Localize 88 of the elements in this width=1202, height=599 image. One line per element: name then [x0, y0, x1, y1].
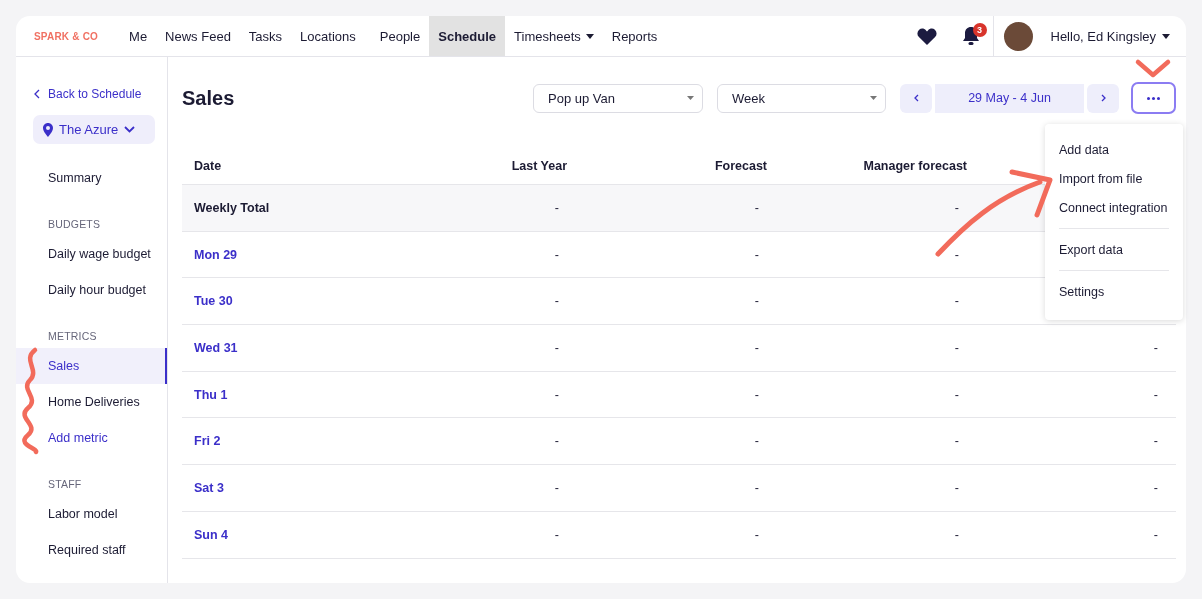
table-cell-text: - — [753, 434, 760, 449]
table-cell-text: - — [1152, 387, 1159, 402]
section-heading: BUDGETS — [47, 217, 102, 232]
table-cell-text: - — [753, 340, 760, 355]
nav-tab[interactable]: Me — [120, 16, 157, 56]
heart-icon[interactable] — [915, 26, 938, 46]
column-header: Date — [193, 158, 223, 173]
caret-icon — [870, 96, 877, 100]
table-cell-text: - — [1152, 434, 1159, 449]
nav-tab[interactable]: Tasks — [239, 16, 292, 56]
sidebar-item[interactable]: Summary — [16, 160, 167, 196]
table-cell-text: - — [953, 387, 960, 402]
sidebar-item[interactable]: Sales — [16, 348, 167, 384]
table-cell-text: - — [753, 200, 760, 215]
menu-item[interactable]: Export data — [1059, 235, 1169, 264]
user-menu[interactable]: Hello, Ed Kingsley — [1044, 27, 1176, 45]
date-range-button[interactable]: 29 May - 4 Jun — [935, 83, 1084, 113]
table-cell-text: - — [953, 200, 960, 215]
location-selector[interactable]: The Azure — [33, 115, 155, 144]
sidebar-item[interactable]: Daily hour budget — [16, 272, 167, 308]
nav-tab[interactable]: News Feed — [156, 16, 240, 56]
table-cell-text: - — [753, 247, 760, 262]
date-link[interactable]: Sun 4 — [182, 527, 367, 542]
nav-tab[interactable]: Locations — [291, 16, 365, 56]
page-title: Sales — [182, 86, 236, 110]
nav-tab[interactable]: Timesheets — [505, 16, 603, 56]
sidebar-item[interactable]: Labor model — [16, 496, 167, 532]
back-link[interactable]: Back to Schedule — [16, 87, 167, 101]
date-link[interactable]: Tue 30 — [182, 294, 367, 309]
nav-tab[interactable]: People — [370, 16, 430, 56]
table-cell-text: - — [753, 294, 760, 309]
caret-icon — [687, 96, 694, 100]
row-label: Weekly Total — [193, 200, 271, 215]
date-link[interactable]: Fri 2 — [182, 434, 367, 449]
column-header: Last Year — [510, 158, 567, 173]
table-cell-text: - — [753, 387, 760, 402]
sidebar-item[interactable]: Daily wage budget — [16, 236, 167, 272]
column-header: Forecast — [713, 158, 767, 173]
date-link[interactable]: Wed 31 — [182, 340, 367, 355]
chevron-left-icon — [34, 89, 40, 99]
table-cell-text: - — [553, 387, 560, 402]
table-cell-text: - — [1152, 527, 1159, 542]
check-mark-annotation — [1135, 59, 1171, 78]
caret-icon — [1162, 33, 1170, 39]
column-header: Manager forecast — [862, 158, 967, 173]
chevron-right-icon — [1100, 94, 1106, 102]
table-cell-text: - — [553, 434, 560, 449]
table-cell-text: - — [953, 434, 960, 449]
sidebar-item[interactable]: Required staff — [16, 532, 167, 568]
table-cell-text: - — [1152, 480, 1159, 495]
date-link[interactable]: Sat 3 — [182, 480, 367, 495]
menu-item[interactable]: Import from file — [1059, 164, 1169, 193]
table-cell-text: - — [753, 480, 760, 495]
nav-tab[interactable]: Reports — [602, 16, 667, 56]
table-cell-text: - — [753, 527, 760, 542]
section-heading: METRICS — [47, 329, 98, 344]
table-cell-text: - — [553, 480, 560, 495]
table-cell-text: - — [953, 527, 960, 542]
table-cell-text: - — [953, 340, 960, 355]
table-cell-text: - — [553, 527, 560, 542]
menu-item[interactable]: Settings — [1059, 277, 1169, 306]
dropdown-field[interactable]: Week — [717, 83, 886, 113]
nav-tab[interactable]: Schedule — [429, 16, 506, 56]
date-link[interactable]: Thu 1 — [182, 387, 367, 402]
table-cell-text: - — [553, 340, 560, 355]
table-cell-text: - — [953, 294, 960, 309]
avatar — [1003, 21, 1033, 51]
add-metric-link[interactable]: Add metric — [16, 420, 167, 456]
location-pin-icon — [43, 122, 53, 137]
section-heading: STAFF — [47, 477, 83, 492]
table-cell-text: - — [953, 480, 960, 495]
chevron-down-icon — [124, 126, 136, 133]
more-button[interactable] — [1131, 82, 1176, 114]
table-cell-text: - — [553, 294, 560, 309]
ellipsis-icon — [1147, 96, 1160, 100]
menu-item[interactable]: Connect integration — [1059, 193, 1169, 222]
brand-logo: SPARK & CO — [33, 29, 100, 44]
table-cell-text: - — [953, 247, 960, 262]
table-cell-text: - — [553, 247, 560, 262]
caret-icon — [585, 33, 594, 39]
sidebar-item[interactable]: Home Deliveries — [16, 384, 167, 420]
table-cell-text: - — [1152, 340, 1159, 355]
menu-item[interactable]: Add data — [1059, 135, 1169, 164]
chevron-left-icon — [913, 94, 919, 102]
dropdown-field[interactable]: Pop up Van — [533, 83, 703, 113]
table-cell-text: - — [553, 200, 560, 215]
date-link[interactable]: Mon 29 — [182, 247, 367, 262]
notification-count: 3 — [972, 22, 987, 37]
